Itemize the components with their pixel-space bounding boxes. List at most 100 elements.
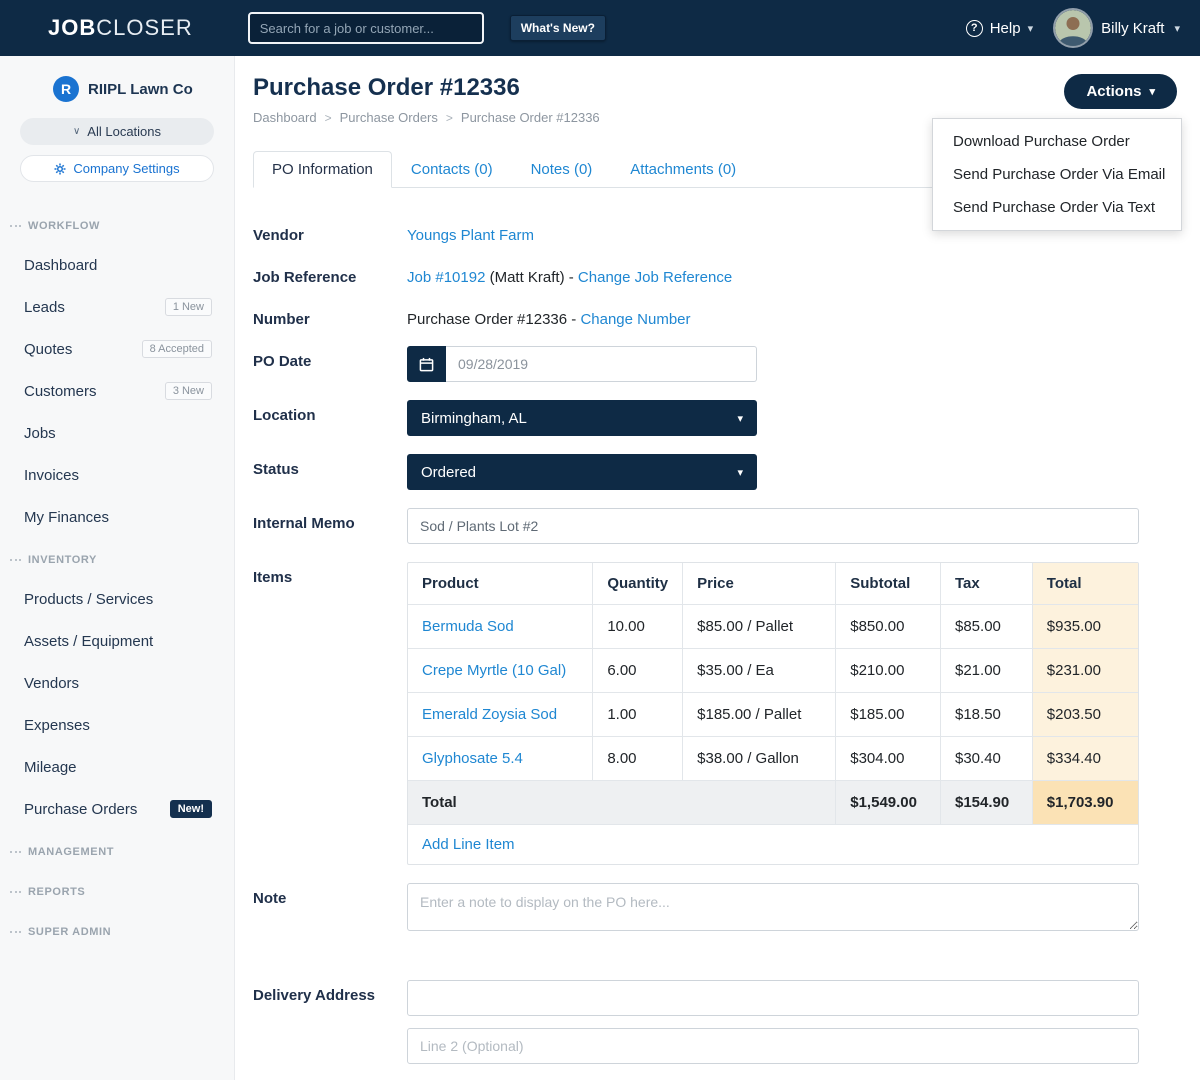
gear-icon bbox=[54, 163, 66, 175]
sidebar-item-invoices[interactable]: Invoices bbox=[0, 454, 234, 496]
price-cell: $35.00 / Ea bbox=[683, 649, 836, 693]
chevron-down-icon: ▾ bbox=[1174, 22, 1180, 35]
sidebar: R RIIPL Lawn Co ∨ All Locations Company … bbox=[0, 56, 235, 1080]
company-header[interactable]: R RIIPL Lawn Co bbox=[0, 76, 234, 102]
menu-item-send-po-text[interactable]: Send Purchase Order Via Text bbox=[933, 191, 1181, 224]
sidebar-item-label: Assets / Equipment bbox=[24, 633, 153, 650]
menu-item-send-po-email[interactable]: Send Purchase Order Via Email bbox=[933, 158, 1181, 191]
add-line-item-link[interactable]: Add Line Item bbox=[422, 836, 515, 853]
section-header-management[interactable]: MANAGEMENT bbox=[0, 830, 234, 870]
company-settings-button[interactable]: Company Settings bbox=[20, 155, 214, 182]
table-row: Emerald Zoysia Sod 1.00 $185.00 / Pallet… bbox=[408, 693, 1138, 737]
customers-badge: 3 New bbox=[165, 382, 212, 400]
app-logo[interactable]: JOBCLOSER bbox=[48, 15, 193, 41]
sidebar-item-customers[interactable]: Customers 3 New bbox=[0, 370, 234, 412]
calendar-icon bbox=[419, 357, 434, 372]
quotes-badge: 8 Accepted bbox=[142, 340, 212, 358]
product-link[interactable]: Glyphosate 5.4 bbox=[422, 750, 523, 767]
job-link[interactable]: Job #10192 bbox=[407, 269, 485, 286]
status-value: Ordered bbox=[421, 464, 476, 481]
sidebar-item-jobs[interactable]: Jobs bbox=[0, 412, 234, 454]
tab-notes[interactable]: Notes (0) bbox=[512, 151, 612, 188]
breadcrumb-separator: > bbox=[446, 111, 453, 125]
user-menu[interactable]: Billy Kraft ▾ bbox=[1055, 10, 1180, 46]
whats-new-button[interactable]: What's New? bbox=[510, 15, 606, 41]
sidebar-item-leads[interactable]: Leads 1 New bbox=[0, 286, 234, 328]
product-link[interactable]: Emerald Zoysia Sod bbox=[422, 706, 557, 723]
sidebar-item-vendors[interactable]: Vendors bbox=[0, 662, 234, 704]
company-name: RIIPL Lawn Co bbox=[88, 81, 193, 98]
delivery-address-line2-input[interactable] bbox=[407, 1028, 1139, 1064]
col-product: Product bbox=[408, 563, 593, 605]
change-number-link[interactable]: Change Number bbox=[580, 311, 690, 328]
job-reference-row: Job Reference Job #10192 (Matt Kraft) - … bbox=[253, 262, 1177, 286]
total-tax-cell: $154.90 bbox=[941, 781, 1033, 825]
job-owner-text: (Matt Kraft) - bbox=[490, 269, 574, 286]
job-reference-label: Job Reference bbox=[253, 262, 407, 286]
quantity-cell: 1.00 bbox=[593, 693, 683, 737]
note-textarea[interactable] bbox=[407, 883, 1139, 931]
product-link[interactable]: Crepe Myrtle (10 Gal) bbox=[422, 662, 566, 679]
total-cell: $935.00 bbox=[1032, 605, 1138, 649]
all-locations-dropdown[interactable]: ∨ All Locations bbox=[20, 118, 214, 145]
status-select[interactable]: Ordered ▾ bbox=[407, 454, 757, 490]
avatar-image bbox=[1055, 10, 1091, 46]
subtotal-cell: $185.00 bbox=[836, 693, 941, 737]
menu-item-download-po[interactable]: Download Purchase Order bbox=[933, 125, 1181, 158]
sidebar-item-dashboard[interactable]: Dashboard bbox=[0, 244, 234, 286]
sidebar-item-assets-equipment[interactable]: Assets / Equipment bbox=[0, 620, 234, 662]
help-menu[interactable]: ? Help ▾ bbox=[966, 20, 1033, 37]
status-label: Status bbox=[253, 454, 407, 490]
internal-memo-input[interactable] bbox=[407, 508, 1139, 544]
actions-label: Actions bbox=[1086, 83, 1141, 100]
section-header-super-admin[interactable]: SUPER ADMIN bbox=[0, 910, 234, 950]
sidebar-item-quotes[interactable]: Quotes 8 Accepted bbox=[0, 328, 234, 370]
delivery-address-row: Delivery Address bbox=[253, 980, 1177, 1064]
price-cell: $85.00 / Pallet bbox=[683, 605, 836, 649]
actions-button[interactable]: Actions ▾ bbox=[1064, 74, 1177, 109]
calendar-button[interactable] bbox=[407, 346, 446, 382]
logo-bold: JOB bbox=[48, 15, 96, 40]
main-content: Purchase Order #12336 Dashboard > Purcha… bbox=[235, 56, 1200, 1080]
po-date-input[interactable] bbox=[446, 346, 757, 382]
items-row: Items Product Quantity bbox=[253, 562, 1177, 865]
breadcrumb-dashboard[interactable]: Dashboard bbox=[253, 110, 317, 125]
subtotal-cell: $850.00 bbox=[836, 605, 941, 649]
product-link[interactable]: Bermuda Sod bbox=[422, 618, 514, 635]
section-header-reports[interactable]: REPORTS bbox=[0, 870, 234, 910]
subtotal-cell: $304.00 bbox=[836, 737, 941, 781]
vendor-link[interactable]: Youngs Plant Farm bbox=[407, 227, 534, 244]
sidebar-item-label: Leads bbox=[24, 299, 65, 316]
po-date-row: PO Date bbox=[253, 346, 1177, 382]
internal-memo-row: Internal Memo bbox=[253, 508, 1177, 544]
col-quantity: Quantity bbox=[593, 563, 683, 605]
total-cell: $334.40 bbox=[1032, 737, 1138, 781]
location-select[interactable]: Birmingham, AL ▾ bbox=[407, 400, 757, 436]
location-value: Birmingham, AL bbox=[421, 410, 527, 427]
company-settings-label: Company Settings bbox=[73, 161, 179, 176]
breadcrumb-purchase-orders[interactable]: Purchase Orders bbox=[340, 110, 438, 125]
all-locations-label: All Locations bbox=[87, 124, 161, 139]
sidebar-item-purchase-orders[interactable]: Purchase Orders New! bbox=[0, 788, 234, 830]
sidebar-item-label: Products / Services bbox=[24, 591, 153, 608]
sidebar-item-label: Expenses bbox=[24, 717, 90, 734]
sidebar-item-products-services[interactable]: Products / Services bbox=[0, 578, 234, 620]
breadcrumb-separator: > bbox=[325, 111, 332, 125]
tab-contacts[interactable]: Contacts (0) bbox=[392, 151, 512, 188]
items-header-row: Product Quantity Price Subtotal Tax Tota… bbox=[408, 563, 1138, 605]
sidebar-item-mileage[interactable]: Mileage bbox=[0, 746, 234, 788]
sidebar-item-label: My Finances bbox=[24, 509, 109, 526]
tab-po-information[interactable]: PO Information bbox=[253, 151, 392, 188]
total-cell: $203.50 bbox=[1032, 693, 1138, 737]
change-job-reference-link[interactable]: Change Job Reference bbox=[578, 269, 732, 286]
sidebar-item-my-finances[interactable]: My Finances bbox=[0, 496, 234, 538]
global-search-input[interactable] bbox=[248, 12, 484, 44]
sidebar-item-label: Jobs bbox=[24, 425, 56, 442]
col-subtotal: Subtotal bbox=[836, 563, 941, 605]
page-title: Purchase Order #12336 bbox=[253, 74, 600, 102]
delivery-address-line1-input[interactable] bbox=[407, 980, 1139, 1016]
tab-attachments[interactable]: Attachments (0) bbox=[611, 151, 755, 188]
tax-cell: $21.00 bbox=[941, 649, 1033, 693]
total-subtotal-cell: $1,549.00 bbox=[836, 781, 941, 825]
sidebar-item-expenses[interactable]: Expenses bbox=[0, 704, 234, 746]
